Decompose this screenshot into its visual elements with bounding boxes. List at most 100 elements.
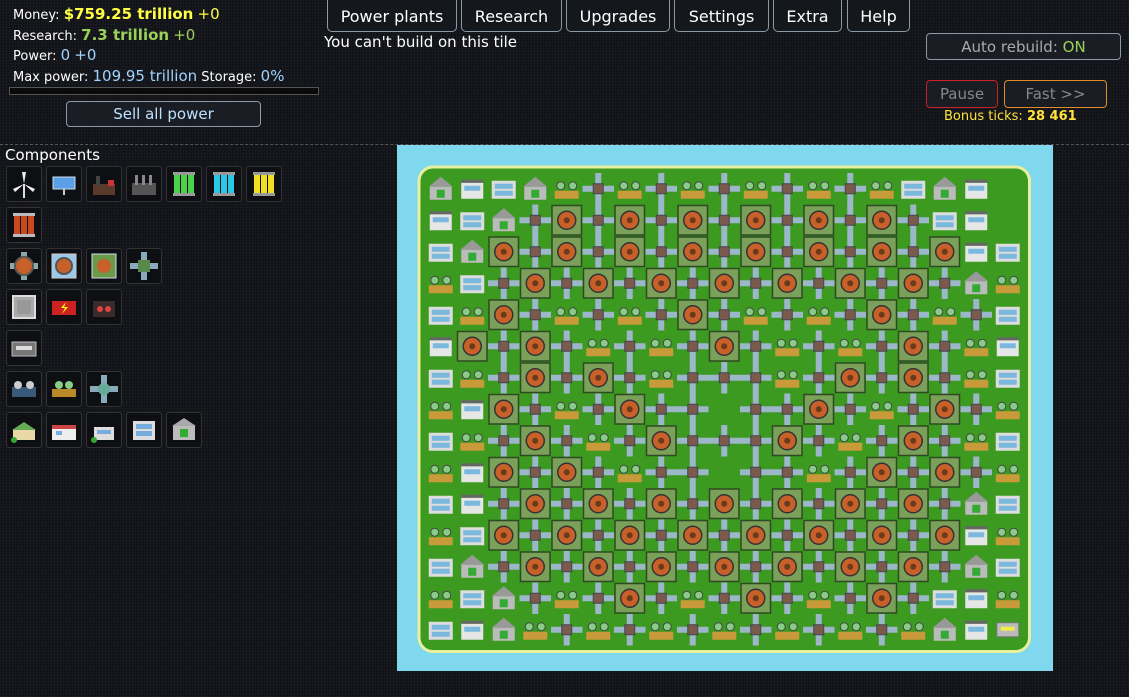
yellow-cell-component[interactable] [246, 166, 282, 202]
apartment-tile [460, 527, 485, 546]
heat-vent-tile [488, 393, 520, 425]
generator-component[interactable] [6, 371, 42, 407]
map-canvas[interactable] [397, 145, 1053, 671]
bonus-ticks: Bonus ticks: 28 461 [944, 109, 1077, 124]
wind-turbine-component[interactable] [6, 166, 42, 202]
research-lab-icon [52, 381, 76, 397]
tab-extra[interactable]: Extra [773, 0, 842, 32]
transformer-component[interactable] [6, 330, 42, 366]
big-pipe-junction-component[interactable] [86, 371, 122, 407]
heat-exchanger-icon [10, 252, 38, 280]
auto-rebuild-value: ON [1062, 38, 1086, 56]
apartment-tile [428, 432, 453, 451]
heat-vent-tile [866, 299, 898, 331]
components-title: Components [5, 146, 100, 164]
steel-plate-icon [12, 295, 36, 319]
tab-settings[interactable]: Settings [674, 0, 769, 32]
heat-vent-tile [519, 425, 551, 457]
components-row [6, 248, 282, 284]
heat-vent-tile [866, 236, 898, 268]
heat-vent-tile [708, 330, 740, 362]
tab-power-plants[interactable]: Power plants [327, 0, 457, 32]
heat-vent-tile [519, 362, 551, 394]
heat-vent-icon [51, 253, 77, 279]
gas-plant-component[interactable] [126, 166, 162, 202]
heat-vent-tile [834, 488, 866, 520]
storage-bar [9, 87, 319, 95]
heat-vent-tile [677, 299, 709, 331]
heat-vent-tile [551, 456, 583, 488]
pipe-junction-icon [130, 252, 158, 280]
cyan-cell-component[interactable] [206, 166, 242, 202]
components-row [6, 330, 282, 366]
research-lab-component[interactable] [46, 371, 82, 407]
generator-icon [12, 381, 36, 397]
power-line: Power: 0 +0 [13, 46, 284, 67]
house-component[interactable] [86, 412, 122, 448]
money-label: Money: [13, 8, 60, 23]
apartment-tile [428, 369, 453, 388]
apartment-tile [901, 180, 926, 199]
steel-plate-component[interactable] [6, 289, 42, 325]
heat-vent-tile [834, 362, 866, 394]
heat-vent-tile [866, 456, 898, 488]
apartment-component[interactable] [126, 412, 162, 448]
auto-rebuild-button[interactable]: Auto rebuild: ON [926, 33, 1121, 60]
pause-button[interactable]: Pause [926, 80, 998, 108]
heat-vent-tile [645, 488, 677, 520]
bonus-ticks-value: 28 461 [1026, 109, 1077, 124]
money-line: Money: $759.25 trillion +0 [13, 5, 284, 26]
tab-upgrades[interactable]: Upgrades [566, 0, 670, 32]
fast-button[interactable]: Fast >> [1004, 80, 1107, 108]
apartment-tile [428, 243, 453, 262]
transformer-tile [996, 622, 1020, 638]
status-message: You can't build on this tile [324, 33, 518, 51]
heat-vent-tile [866, 519, 898, 551]
heat-vent-tile [771, 488, 803, 520]
heat-exchanger-component[interactable] [6, 248, 42, 284]
heat-vent-tile [866, 204, 898, 236]
bank-icon [172, 418, 196, 440]
power-delta: +0 [74, 46, 97, 64]
apartment-tile [995, 369, 1020, 388]
tab-help[interactable]: Help [847, 0, 910, 32]
pipe-junction-component[interactable] [126, 248, 162, 284]
heat-vent-tile [488, 456, 520, 488]
heat-vent-tile [488, 236, 520, 268]
solar-panel-component[interactable] [46, 166, 82, 202]
heat-vent-tile [488, 519, 520, 551]
cooling-box-component[interactable] [86, 248, 122, 284]
house-tile [965, 211, 988, 231]
coal-plant-component[interactable] [86, 166, 122, 202]
heat-vent-tile [897, 330, 929, 362]
sell-all-power-button[interactable]: Sell all power [66, 101, 261, 127]
heat-vent-tile [771, 267, 803, 299]
green-cell-component[interactable] [166, 166, 202, 202]
heat-vent-component[interactable] [46, 248, 82, 284]
bank-component[interactable] [166, 412, 202, 448]
apartment-tile [995, 558, 1020, 577]
heat-vent-tile [740, 582, 772, 614]
components-row [6, 166, 282, 202]
house-tile [461, 400, 484, 420]
heat-vent-tile [456, 330, 488, 362]
gas-plant-icon [132, 175, 156, 195]
heat-vent-tile [645, 267, 677, 299]
boiler-component[interactable] [86, 289, 122, 325]
bonus-ticks-label: Bonus ticks: [944, 109, 1023, 124]
small-office-component[interactable] [6, 412, 42, 448]
tab-research[interactable]: Research [461, 0, 562, 32]
heat-vent-tile [771, 425, 803, 457]
apartment-tile [460, 275, 485, 294]
game-map[interactable] [397, 145, 1053, 671]
small-office-icon [11, 422, 36, 443]
red-cell-component[interactable] [6, 207, 42, 243]
storage-value: 0% [260, 66, 285, 85]
heat-vent-tile [771, 551, 803, 583]
stats-panel: Money: $759.25 trillion +0 Research: 7.3… [13, 5, 284, 87]
house-tile [965, 620, 988, 640]
heat-vent-tile [551, 236, 583, 268]
battery-component[interactable] [46, 289, 82, 325]
shop-component[interactable] [46, 412, 82, 448]
heat-vent-tile [897, 425, 929, 457]
